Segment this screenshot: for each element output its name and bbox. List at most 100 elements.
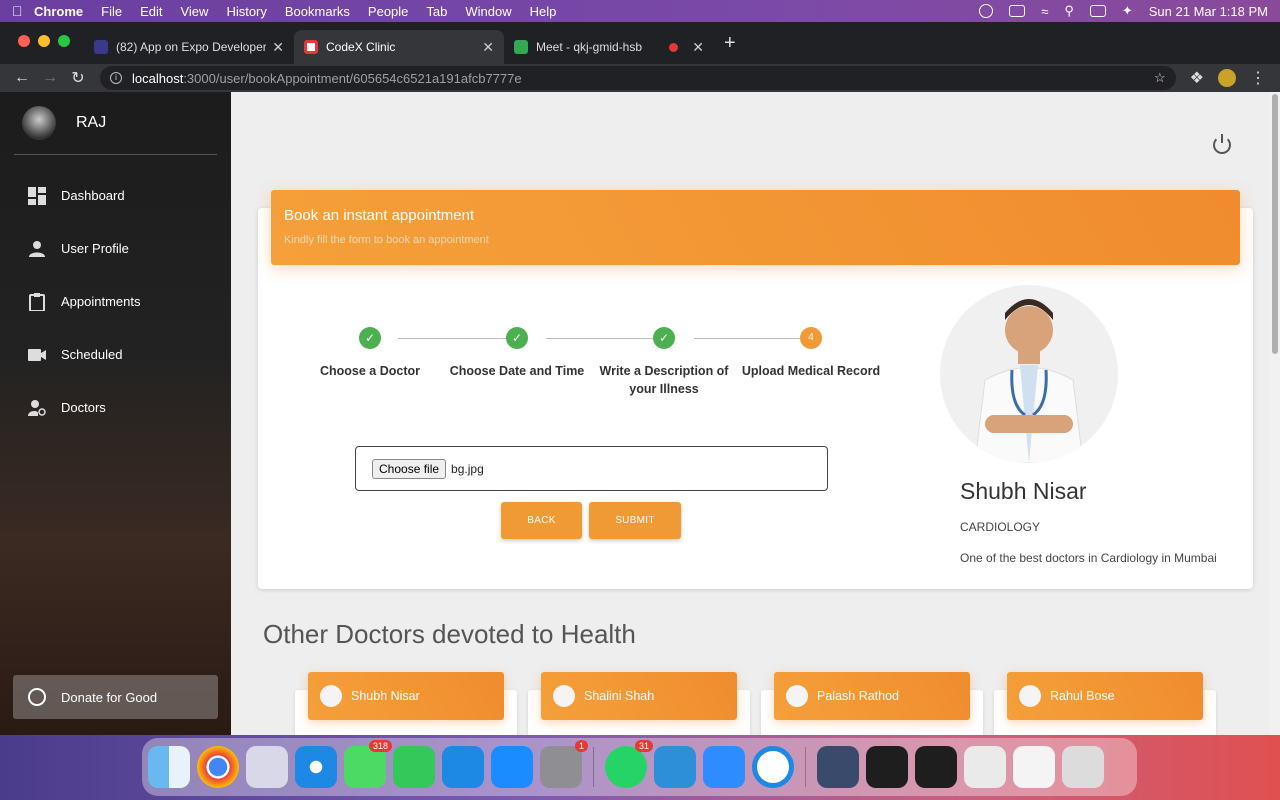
doctor-card-name: Palash Rathod (817, 689, 900, 703)
settings-badge: 1 (574, 740, 588, 752)
step-label: Choose a Doctor (319, 364, 420, 378)
menu-bookmarks[interactable]: Bookmarks (285, 4, 350, 19)
sidebar-user[interactable]: RAJ (14, 92, 217, 155)
apple-icon[interactable]:  (12, 3, 34, 19)
toolbar-actions: ❖ ⋮ (1184, 68, 1272, 88)
step-description: ✓ Write a Description of your Illness (589, 327, 739, 398)
tab-codex-clinic[interactable]: CodeX Clinic ✕ (294, 30, 504, 64)
choose-file-button[interactable]: Choose file (372, 458, 447, 479)
forward-arrow-icon[interactable]: → (36, 69, 64, 87)
close-tab-icon[interactable]: ✕ (692, 39, 704, 56)
tab-meet[interactable]: Meet - qkj-gmid-hsb ✕ (504, 30, 714, 64)
sidebar-item-label: Doctors (61, 400, 106, 415)
app-store-icon[interactable] (491, 746, 533, 788)
sidebar-item-label: Appointments (61, 294, 141, 309)
finder-icon[interactable] (148, 746, 190, 788)
menu-edit[interactable]: Edit (140, 4, 162, 19)
window-thumbnail[interactable] (817, 746, 859, 788)
battery-icon[interactable] (1009, 5, 1026, 17)
creative-cloud-icon[interactable] (979, 4, 994, 18)
doctor-card-header[interactable]: Shubh Nisar (308, 672, 504, 720)
submit-button[interactable]: SUBMIT (589, 502, 681, 539)
system-preferences-icon[interactable]: 1 (540, 740, 588, 788)
new-tab-icon[interactable]: + (724, 32, 736, 55)
page-scrollbar[interactable] (1270, 92, 1280, 735)
sidebar-item-user-profile[interactable]: User Profile (0, 222, 231, 275)
doctor-card-header[interactable]: Rahul Bose (1007, 672, 1203, 720)
facetime-icon[interactable] (393, 746, 435, 788)
donate-button[interactable]: Donate for Good (13, 675, 218, 719)
window-thumbnail[interactable] (915, 746, 957, 788)
site-info-icon[interactable]: i (110, 72, 122, 84)
control-center-icon[interactable] (1089, 5, 1106, 17)
close-window-icon[interactable] (18, 35, 30, 47)
back-arrow-icon[interactable]: ← (8, 69, 36, 87)
logout-power-icon[interactable] (1213, 134, 1231, 154)
browser-tabstrip: (82) App on Expo Developer To ✕ CodeX Cl… (0, 22, 1280, 64)
whatsapp-icon[interactable]: 31 (605, 740, 653, 788)
menu-help[interactable]: Help (530, 4, 557, 19)
sidebar-item-appointments[interactable]: Appointments (0, 275, 231, 328)
scrollbar-thumb[interactable] (1272, 94, 1278, 354)
siri-icon[interactable]: ✦ (1122, 3, 1133, 19)
menu-file[interactable]: File (101, 4, 122, 19)
avatar (786, 685, 808, 707)
dock-separator (593, 747, 594, 787)
step-label: Write a Description of your Illness (599, 364, 729, 396)
messages-icon[interactable]: 318 (344, 740, 392, 788)
clinic-favicon-icon (304, 40, 318, 54)
sidebar-item-doctors[interactable]: Doctors (0, 381, 231, 434)
sidebar-item-scheduled[interactable]: Scheduled (0, 328, 231, 381)
window-thumbnail[interactable] (1013, 746, 1055, 788)
chrome-icon[interactable] (197, 746, 239, 788)
search-icon[interactable]: ⚲ (1064, 3, 1074, 19)
dock-separator (805, 747, 806, 787)
booking-card-header: Book an instant appointment Kindly fill … (271, 190, 1240, 265)
file-upload-field[interactable]: Choose file bg.jpg (355, 446, 828, 491)
window-thumbnail[interactable] (964, 746, 1006, 788)
person-search-icon (28, 399, 46, 416)
window-controls (0, 35, 84, 47)
doctor-card-header[interactable]: Palash Rathod (774, 672, 970, 720)
close-tab-icon[interactable]: ✕ (272, 39, 284, 56)
profile-avatar[interactable] (1218, 69, 1236, 87)
minimize-window-icon[interactable] (38, 35, 50, 47)
menu-view[interactable]: View (180, 4, 208, 19)
xcode-icon[interactable] (442, 746, 484, 788)
zoom-icon[interactable] (703, 746, 745, 788)
reload-icon[interactable]: ↻ (64, 68, 92, 88)
quicktime-icon[interactable] (752, 746, 794, 788)
tab-expo[interactable]: (82) App on Expo Developer To ✕ (84, 30, 294, 64)
check-icon: ✓ (359, 327, 381, 349)
menu-app-name[interactable]: Chrome (34, 4, 83, 19)
url-host: localhost (132, 70, 184, 86)
wifi-icon[interactable]: ≈ (1041, 4, 1048, 19)
chrome-menu-icon[interactable]: ⋮ (1250, 68, 1266, 88)
doctor-card-header[interactable]: Shalini Shah (541, 672, 737, 720)
step-upload-record: 4 Upload Medical Record (736, 327, 886, 380)
url-path: :3000/user/bookAppointment/605654c6521a1… (183, 70, 522, 86)
donate-icon (28, 688, 46, 706)
trash-icon[interactable] (1062, 746, 1104, 788)
address-bar[interactable]: i localhost :3000/user/bookAppointment/6… (100, 66, 1176, 90)
zoom-window-icon[interactable] (58, 35, 70, 47)
window-thumbnail[interactable] (866, 746, 908, 788)
menubar-clock[interactable]: Sun 21 Mar 1:18 PM (1149, 4, 1268, 19)
step-label: Choose Date and Time (449, 364, 585, 378)
sidebar-item-dashboard[interactable]: Dashboard (0, 169, 231, 222)
check-icon: ✓ (653, 327, 675, 349)
launchpad-icon[interactable] (246, 746, 288, 788)
menu-tab[interactable]: Tab (426, 4, 447, 19)
menu-people[interactable]: People (368, 4, 408, 19)
vscode-icon[interactable] (654, 746, 696, 788)
extensions-puzzle-icon[interactable]: ❖ (1190, 68, 1204, 88)
back-button[interactable]: BACK (501, 502, 582, 539)
bookmark-star-icon[interactable]: ☆ (1154, 70, 1166, 86)
close-tab-icon[interactable]: ✕ (482, 39, 494, 56)
menu-window[interactable]: Window (465, 4, 511, 19)
dashboard-icon (28, 186, 46, 205)
check-icon: ✓ (506, 327, 528, 349)
menu-history[interactable]: History (226, 4, 266, 19)
step-label: Upload Medical Record (741, 364, 881, 378)
safari-icon[interactable] (295, 746, 337, 788)
